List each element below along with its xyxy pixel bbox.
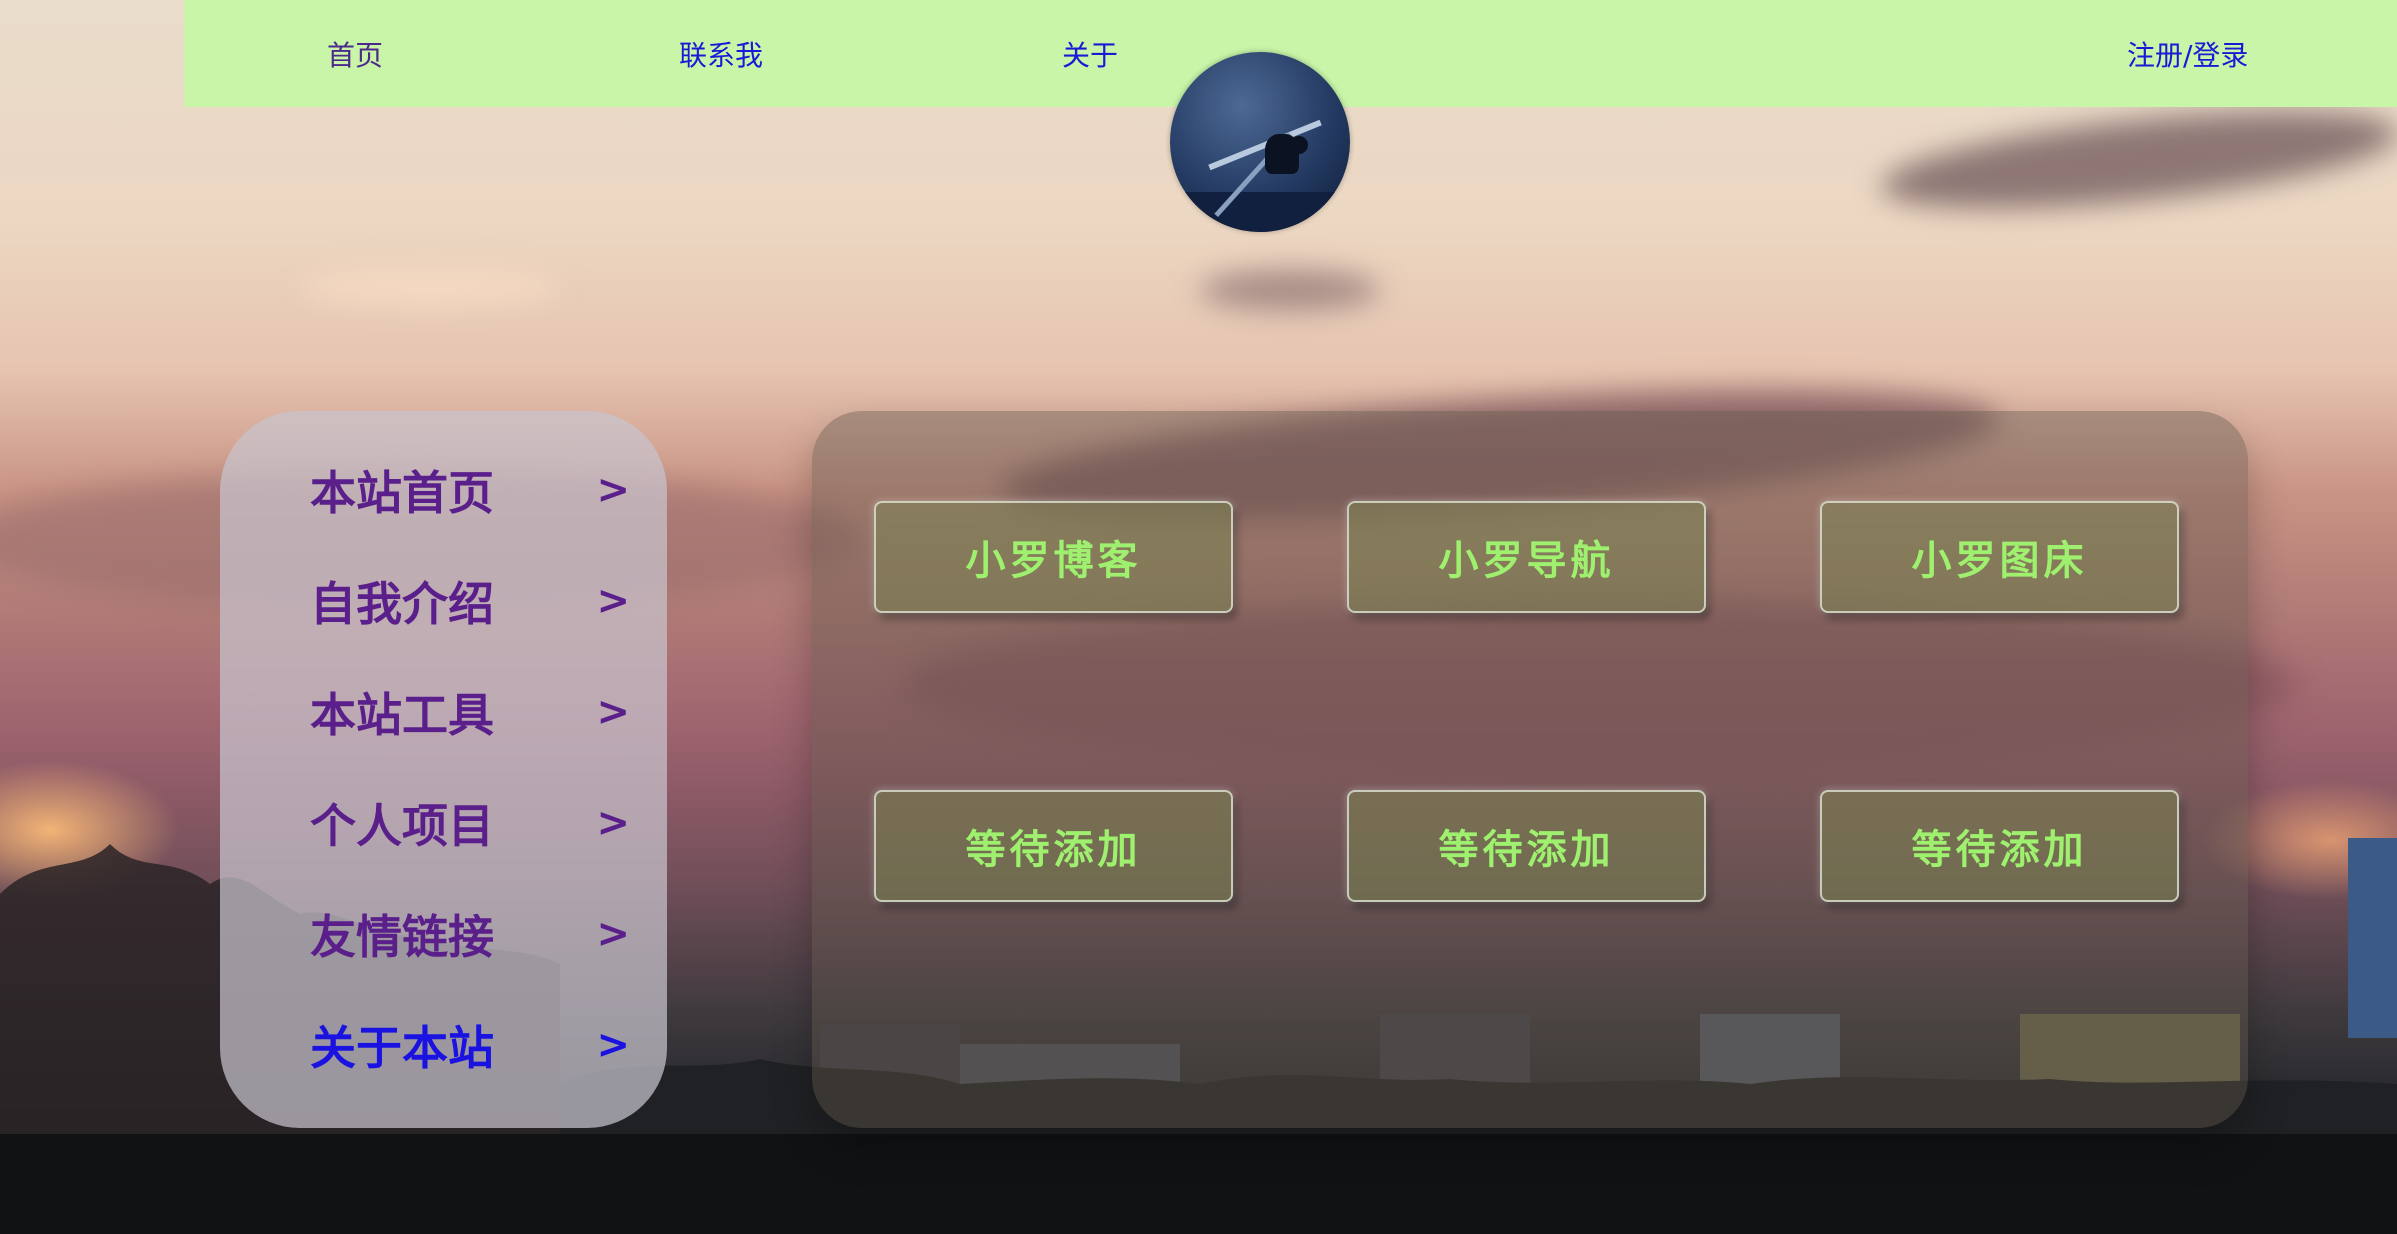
- nav-home-link[interactable]: 首页: [327, 34, 383, 74]
- chevron-right-icon: >: [596, 800, 630, 846]
- card-blog-button[interactable]: 小罗博客: [874, 501, 1233, 613]
- card-placeholder-button[interactable]: 等待添加: [1347, 790, 1706, 902]
- card-image-host-button[interactable]: 小罗图床: [1820, 501, 2179, 613]
- tower-building: [2348, 838, 2397, 1038]
- sidebar-item-label: 个人项目: [310, 799, 494, 853]
- card-placeholder-button[interactable]: 等待添加: [1820, 790, 2179, 902]
- cloud: [1200, 270, 1380, 310]
- sidebar-item-label: 本站工具: [310, 688, 494, 742]
- nav-about-link[interactable]: 关于: [1062, 34, 1118, 74]
- avatar-floor: [1170, 192, 1350, 232]
- avatar-person-head: [1290, 136, 1308, 154]
- sidebar-item-home[interactable]: 本站首页 >: [310, 460, 630, 520]
- sidebar-item-about-site[interactable]: 关于本站 >: [310, 1015, 630, 1075]
- chevron-right-icon: >: [596, 911, 630, 957]
- sidebar-item-label: 自我介绍: [310, 577, 494, 631]
- main-card-panel: 小罗博客 小罗导航 小罗图床 等待添加 等待添加 等待添加: [812, 411, 2248, 1128]
- chevron-right-icon: >: [596, 467, 630, 513]
- sidebar-item-tools[interactable]: 本站工具 >: [310, 682, 630, 742]
- sidebar-menu: 本站首页 > 自我介绍 > 本站工具 > 个人项目 > 友情链接 > 关于本站 …: [220, 411, 667, 1128]
- page-background: 首页 联系我 关于 注册/登录 本站首页 > 自我介绍 > 本站工具 > 个人项…: [0, 0, 2397, 1234]
- sidebar-item-projects[interactable]: 个人项目 >: [310, 793, 630, 853]
- chevron-right-icon: >: [596, 578, 630, 624]
- sidebar-item-label: 本站首页: [310, 466, 494, 520]
- sidebar-item-label: 关于本站: [310, 1021, 494, 1075]
- cloud: [1877, 93, 2397, 227]
- card-placeholder-button[interactable]: 等待添加: [874, 790, 1233, 902]
- cloud: [300, 270, 560, 306]
- nav-contact-link[interactable]: 联系我: [679, 34, 763, 74]
- chevron-right-icon: >: [596, 689, 630, 735]
- card-navigation-button[interactable]: 小罗导航: [1347, 501, 1706, 613]
- nav-login-register-link[interactable]: 注册/登录: [2127, 34, 2248, 74]
- sidebar-item-friend-links[interactable]: 友情链接 >: [310, 904, 630, 964]
- sidebar-item-self-intro[interactable]: 自我介绍 >: [310, 571, 630, 631]
- chevron-right-icon: >: [596, 1022, 630, 1068]
- avatar[interactable]: [1170, 52, 1350, 232]
- sidebar-item-label: 友情链接: [310, 910, 494, 964]
